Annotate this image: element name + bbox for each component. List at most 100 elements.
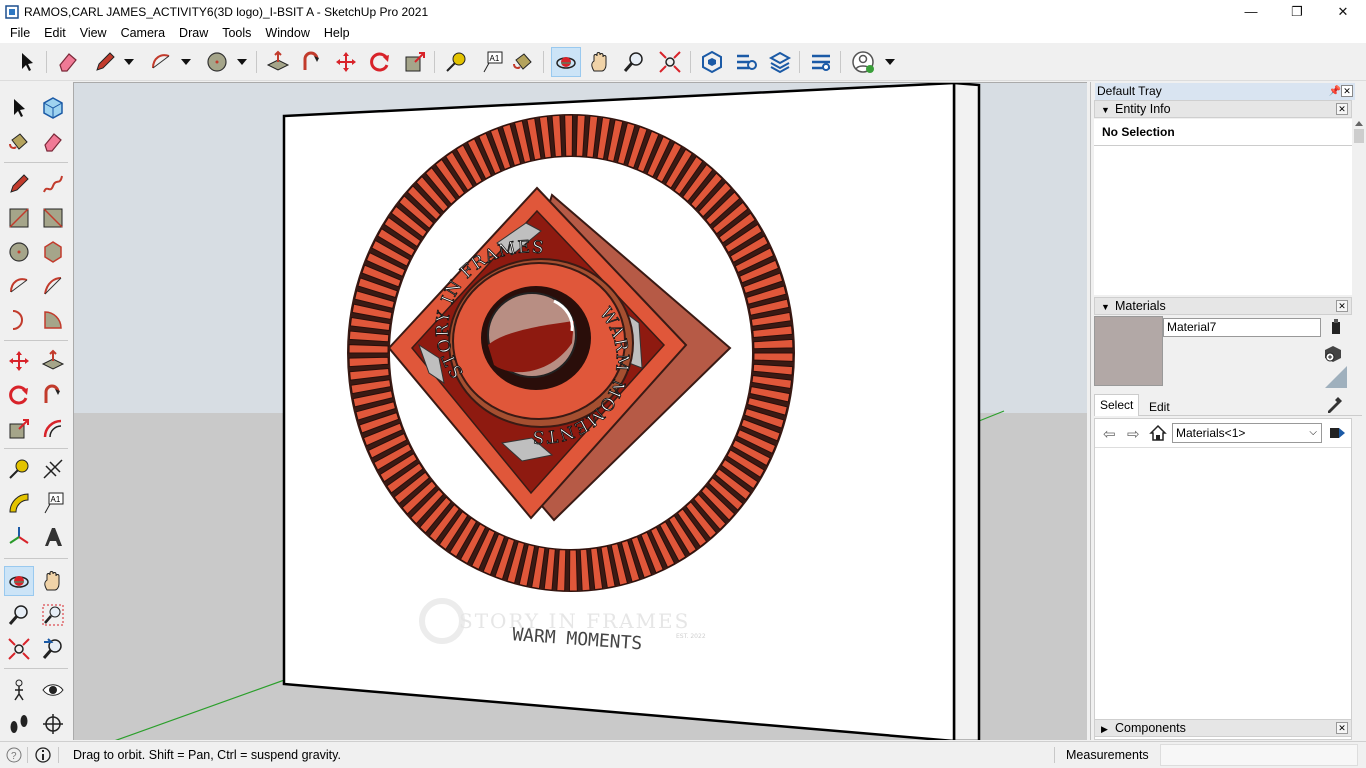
tray-scrollbar-lower[interactable] <box>1353 418 1365 740</box>
text-icon[interactable]: A1 <box>38 488 68 518</box>
material-name-field[interactable]: Material7 <box>1163 318 1321 337</box>
axes-icon[interactable] <box>4 522 34 552</box>
previous-view-icon[interactable] <box>38 634 68 664</box>
layout-icon[interactable] <box>765 47 795 77</box>
menu-draw[interactable]: Draw <box>172 23 215 43</box>
menu-camera[interactable]: Camera <box>114 23 172 43</box>
follow-me-icon[interactable] <box>38 380 68 410</box>
scroll-up-arrow-icon[interactable] <box>1355 121 1363 126</box>
scale-icon[interactable] <box>400 47 430 77</box>
arc-dropdown-chevron-icon[interactable] <box>179 47 193 77</box>
pencil-icon[interactable] <box>4 169 34 199</box>
3d-text-icon[interactable] <box>38 522 68 552</box>
create-material-icon[interactable] <box>1325 342 1345 362</box>
eyedropper-icon[interactable] <box>1326 395 1344 413</box>
rotate-icon[interactable] <box>4 380 34 410</box>
details-arrow-icon[interactable] <box>1328 424 1346 442</box>
zoom-extents-icon[interactable] <box>655 47 685 77</box>
paint-default-icon[interactable] <box>1329 318 1343 336</box>
text-icon[interactable]: A1 <box>477 47 507 77</box>
pencil-icon[interactable] <box>90 47 120 77</box>
move-icon[interactable] <box>331 47 361 77</box>
offset-icon[interactable] <box>38 414 68 444</box>
account-icon[interactable] <box>848 47 878 77</box>
tab-select[interactable]: Select <box>1094 394 1140 416</box>
walk-icon[interactable] <box>4 709 34 739</box>
menu-view[interactable]: View <box>73 23 114 43</box>
forward-arrow-icon[interactable]: ⇨ <box>1127 425 1140 443</box>
extension-manager-icon[interactable] <box>806 47 836 77</box>
tape-measure-icon[interactable] <box>4 454 34 484</box>
orbit-icon[interactable] <box>4 566 34 596</box>
pin-icon[interactable]: 📌 <box>1329 83 1341 100</box>
polygon-icon[interactable] <box>38 237 68 267</box>
eraser-icon[interactable] <box>53 47 83 77</box>
info-icon[interactable] <box>35 747 51 763</box>
collection-dropdown[interactable]: Materials<1> ⌵ <box>1172 423 1322 443</box>
pan-icon[interactable] <box>585 47 615 77</box>
scroll-thumb[interactable] <box>1354 129 1364 143</box>
paint-bucket-icon[interactable] <box>4 127 34 157</box>
materials-header[interactable]: ▼ Materials ✕ <box>1094 297 1352 315</box>
make-component-icon[interactable] <box>38 93 68 123</box>
zoom-icon[interactable] <box>4 600 34 630</box>
close-button[interactable]: ✕ <box>1320 0 1366 23</box>
three-point-arc-icon[interactable] <box>4 305 34 335</box>
pan-icon[interactable] <box>38 566 68 596</box>
orbit-icon[interactable] <box>551 47 581 77</box>
eraser-icon[interactable] <box>38 127 68 157</box>
menu-help[interactable]: Help <box>317 23 357 43</box>
zoom-extents-icon[interactable] <box>4 634 34 664</box>
circle-icon[interactable] <box>4 237 34 267</box>
measurements-input[interactable] <box>1160 744 1358 766</box>
section-plane-icon[interactable] <box>38 709 68 739</box>
push-pull-icon[interactable] <box>38 346 68 376</box>
freehand-icon[interactable] <box>38 169 68 199</box>
select-icon[interactable] <box>12 47 42 77</box>
position-camera-icon[interactable] <box>4 675 34 705</box>
geo-location-icon[interactable]: ? <box>6 747 22 763</box>
home-icon[interactable] <box>1149 424 1167 442</box>
two-point-arc-icon[interactable] <box>38 271 68 301</box>
move-icon[interactable] <box>4 346 34 376</box>
tape-measure-icon[interactable] <box>441 47 471 77</box>
sample-paint-icon[interactable] <box>1325 366 1347 388</box>
shape-dropdown-chevron-icon[interactable] <box>235 47 249 77</box>
look-around-icon[interactable] <box>38 675 68 705</box>
dimension-icon[interactable] <box>38 454 68 484</box>
menu-file[interactable]: File <box>3 23 37 43</box>
entity-info-close-icon[interactable]: ✕ <box>1336 103 1348 115</box>
arc-icon[interactable] <box>4 271 34 301</box>
back-arrow-icon[interactable]: ⇦ <box>1103 425 1116 443</box>
protractor-icon[interactable] <box>4 488 34 518</box>
paint-bucket-icon[interactable] <box>508 47 538 77</box>
zoom-window-icon[interactable] <box>38 600 68 630</box>
material-swatch[interactable] <box>1094 316 1163 386</box>
rotate-icon[interactable] <box>365 47 395 77</box>
menu-tools[interactable]: Tools <box>215 23 258 43</box>
materials-close-icon[interactable]: ✕ <box>1336 300 1348 312</box>
entity-info-header[interactable]: ▼ Entity Info ✕ <box>1094 100 1352 118</box>
menu-window[interactable]: Window <box>258 23 316 43</box>
components-header[interactable]: ▶ Components ✕ <box>1094 719 1352 737</box>
push-pull-icon[interactable] <box>263 47 293 77</box>
warehouse-icon[interactable] <box>697 47 727 77</box>
scale-icon[interactable] <box>4 414 34 444</box>
components-close-icon[interactable]: ✕ <box>1336 722 1348 734</box>
circle-icon[interactable] <box>202 47 232 77</box>
select-icon[interactable] <box>4 93 34 123</box>
tray-scrollbar[interactable] <box>1353 119 1365 295</box>
account-dropdown-chevron-icon[interactable] <box>883 47 897 77</box>
pencil-dropdown-chevron-icon[interactable] <box>122 47 136 77</box>
rectangle-icon[interactable] <box>4 203 34 233</box>
follow-me-icon[interactable] <box>297 47 327 77</box>
tray-close-icon[interactable]: ✕ <box>1341 85 1353 97</box>
menu-edit[interactable]: Edit <box>37 23 73 43</box>
tab-edit[interactable]: Edit <box>1144 398 1175 416</box>
extension-warehouse-icon[interactable] <box>731 47 761 77</box>
maximize-button[interactable]: ❐ <box>1274 0 1320 23</box>
pie-icon[interactable] <box>38 305 68 335</box>
model-viewport[interactable]: STORY IN FRAMES WARM MOMENTS STORY IN FR… <box>73 82 1087 740</box>
rotated-rectangle-icon[interactable] <box>38 203 68 233</box>
zoom-icon[interactable] <box>619 47 649 77</box>
